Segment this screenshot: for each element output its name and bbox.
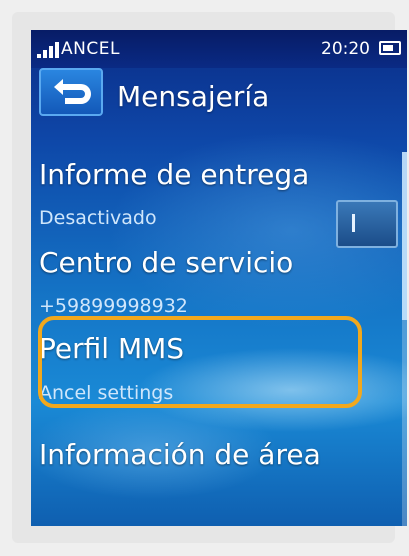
carrier-name: ANCEL	[61, 39, 120, 59]
setting-value: Desactivado	[39, 207, 157, 229]
battery-icon	[379, 41, 401, 55]
page-title: Mensajería	[117, 80, 270, 113]
scrollbar-thumb[interactable]	[402, 152, 407, 320]
scrollbar[interactable]	[402, 152, 407, 526]
setting-title: Información de área	[39, 438, 321, 471]
setting-value: +59899998932	[39, 295, 188, 317]
delivery-report-toggle[interactable]	[336, 200, 398, 248]
phone-screen: ANCEL 20:20 Mensajería Informe de entreg…	[31, 30, 407, 526]
status-bar: ANCEL 20:20	[31, 30, 407, 68]
highlight-box	[38, 316, 362, 408]
back-button[interactable]	[39, 68, 103, 116]
back-arrow-icon	[54, 79, 91, 104]
setting-title: Centro de servicio	[39, 246, 294, 279]
signal-bars-icon	[37, 42, 59, 58]
toggle-knob	[352, 214, 355, 232]
setting-title: Informe de entrega	[39, 158, 310, 191]
clock: 20:20	[321, 39, 370, 59]
